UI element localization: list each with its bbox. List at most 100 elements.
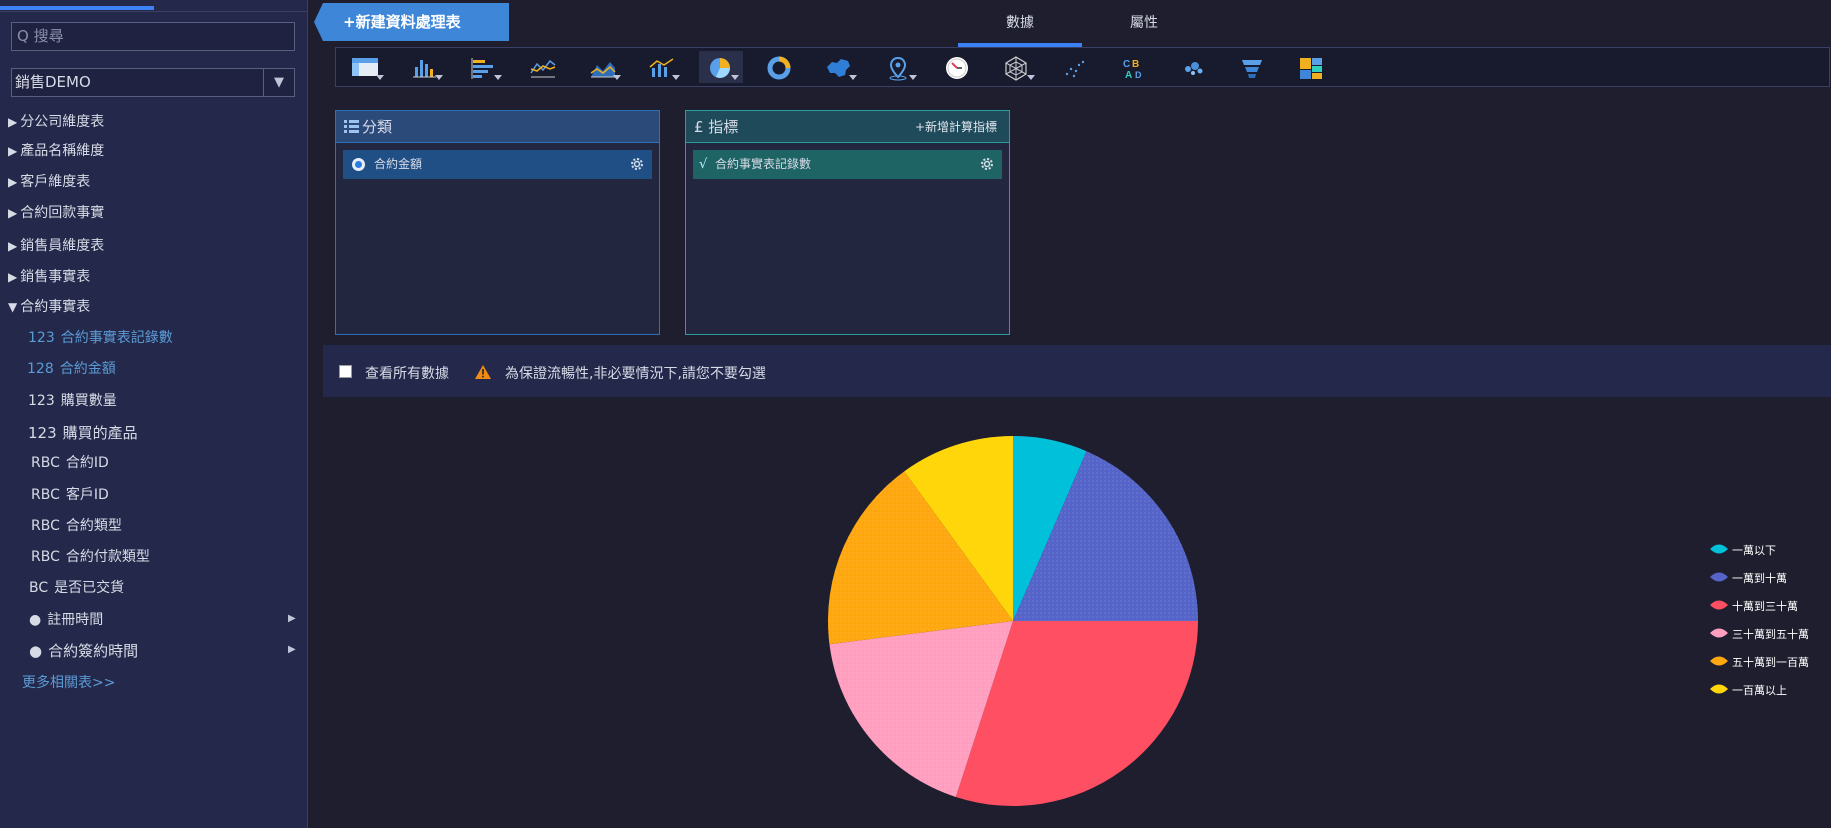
field-item[interactable]: 123 購買的產品 — [28, 422, 138, 443]
svg-text:C: C — [1123, 59, 1130, 70]
dropdown-caret-icon[interactable] — [494, 75, 502, 80]
field-item[interactable]: RBC 合約ID — [31, 452, 109, 472]
gauge-icon — [946, 57, 968, 79]
chart-type-button[interactable] — [995, 51, 1039, 83]
chart-type-button[interactable] — [1290, 51, 1334, 83]
field-label: 客戶ID — [65, 487, 109, 503]
more-tables-link[interactable]: 更多相關表>> — [22, 672, 115, 692]
table-node[interactable]: ▶ 銷售事實表 — [8, 266, 90, 286]
field-item[interactable]: RBC 客戶ID — [31, 484, 109, 504]
chart-type-button[interactable] — [462, 51, 506, 83]
table-node[interactable]: ▶ 產品名稱維度 — [8, 140, 104, 160]
table-node[interactable]: ▼ 合約事實表 — [8, 296, 90, 316]
warning-text: 為保證流暢性,非必要情況下,請您不要勾選 — [505, 366, 766, 382]
legend-label: 一百萬以上 — [1732, 684, 1787, 697]
field-type-badge: 128 — [27, 361, 54, 377]
dropdown-caret-icon[interactable] — [909, 75, 917, 80]
table-node[interactable]: ▶ 銷售員維度表 — [8, 235, 104, 255]
field-item[interactable]: 123 合約事實表記錄數 — [28, 327, 173, 347]
expand-arrow-icon[interactable]: ▶ — [288, 644, 296, 655]
table-node[interactable]: ▶ 分公司維度表 — [8, 111, 104, 131]
field-item[interactable]: ● 註冊時間 — [29, 609, 103, 629]
new-data-table-button[interactable]: +新建資料處理表 — [314, 3, 509, 41]
metric-field-chip[interactable]: √ 合約事實表記錄數 — [693, 150, 1002, 179]
chart-type-button[interactable] — [403, 51, 447, 83]
dropdown-caret-icon[interactable] — [613, 75, 621, 80]
metric-panel-title: £ 指標 — [694, 118, 739, 136]
chart-type-button[interactable] — [936, 51, 980, 83]
field-item[interactable]: ● 合約簽約時間 — [29, 640, 138, 661]
chart-type-button[interactable] — [581, 51, 625, 83]
datasource-value: 銷售DEMO — [15, 73, 91, 91]
bubble-icon — [1185, 62, 1203, 75]
warning-icon — [475, 365, 491, 379]
metric-field-label: 合約事實表記錄數 — [715, 157, 812, 171]
view-all-label: 查看所有數據 — [365, 366, 449, 382]
pie-chart-icon — [710, 58, 730, 78]
gear-icon[interactable] — [979, 156, 995, 172]
field-item[interactable]: 123 購買數量 — [28, 390, 117, 410]
chart-type-button[interactable] — [1054, 51, 1098, 83]
word-cloud-icon: C BA D — [1123, 59, 1142, 81]
field-type-badge: 123 — [28, 424, 57, 442]
chart-type-button[interactable] — [1172, 51, 1216, 83]
chart-type-button[interactable] — [877, 51, 921, 83]
triangle-right-icon[interactable]: ▶ — [8, 206, 17, 220]
chart-type-button[interactable] — [521, 51, 565, 83]
chart-type-button[interactable]: CBAD — [1113, 51, 1157, 83]
chart-area — [323, 397, 1831, 828]
search-input[interactable]: Q 搜尋 — [11, 22, 295, 51]
chart-type-button[interactable] — [758, 51, 802, 83]
line-chart-icon — [530, 59, 556, 78]
dropdown-caret-icon[interactable] — [849, 75, 857, 80]
chevron-down-icon[interactable]: ▼ — [263, 69, 294, 96]
table-node-label: 合約事實表 — [20, 299, 91, 315]
field-label: 合約事實表記錄數 — [60, 330, 173, 346]
view-all-checkbox[interactable] — [339, 365, 352, 378]
category-panel-title: 分類 — [362, 118, 393, 136]
dropdown-caret-icon[interactable] — [731, 75, 739, 80]
chart-type-button[interactable] — [817, 51, 861, 83]
field-label: 合約簽約時間 — [48, 642, 139, 660]
expand-arrow-icon[interactable]: ▶ — [288, 613, 296, 624]
field-label: 合約類型 — [65, 518, 122, 534]
sidebar-tab-indicator[interactable] — [0, 6, 154, 10]
horizontal-bar-icon — [471, 58, 493, 79]
dropdown-caret-icon[interactable] — [1027, 75, 1035, 80]
tab-data[interactable]: 數據 — [958, 12, 1082, 32]
dropdown-caret-icon[interactable] — [672, 75, 680, 80]
field-label: 合約金額 — [59, 361, 116, 377]
dropdown-caret-icon[interactable] — [435, 75, 443, 80]
add-calculated-metric-button[interactable]: +新增計算指標 — [915, 111, 997, 143]
datasource-select[interactable]: 銷售DEMO ▼ — [11, 68, 295, 97]
field-item[interactable]: 128 合約金額 — [27, 358, 116, 378]
field-type-badge: RBC — [31, 455, 60, 471]
table-node[interactable]: ▶ 客戶維度表 — [8, 171, 90, 191]
field-item[interactable]: RBC 合約付款類型 — [31, 546, 150, 566]
field-type-badge: ● — [29, 612, 42, 628]
table-node-label: 分公司維度表 — [20, 114, 105, 130]
legend-label: 一萬到十萬 — [1732, 572, 1787, 585]
field-item[interactable]: BC 是否已交貨 — [29, 577, 124, 597]
chart-type-button[interactable] — [1231, 51, 1275, 83]
table-node[interactable]: ▶ 合約回款事實 — [8, 202, 104, 222]
gear-icon[interactable] — [629, 156, 645, 172]
chart-type-toolbar: CBAD — [335, 47, 1830, 87]
triangle-right-icon[interactable]: ▶ — [8, 270, 17, 284]
area-chart-icon — [590, 62, 616, 78]
view-all-row: 查看所有數據 為保證流暢性,非必要情況下,請您不要勾選 — [323, 345, 1831, 397]
field-item[interactable]: RBC 合約類型 — [31, 515, 122, 535]
category-field-chip[interactable]: 合約金額 — [343, 150, 652, 179]
chart-type-button[interactable] — [640, 51, 684, 83]
scatter-icon — [1065, 60, 1085, 78]
chart-type-button[interactable] — [344, 51, 388, 83]
triangle-right-icon[interactable]: ▶ — [8, 115, 17, 129]
tab-properties[interactable]: 屬性 — [1082, 12, 1206, 32]
dropdown-caret-icon[interactable] — [376, 75, 384, 80]
triangle-right-icon[interactable]: ▶ — [8, 239, 17, 253]
chart-type-button[interactable] — [699, 51, 743, 83]
legend-swatch-icon — [1710, 628, 1728, 638]
triangle-down-icon[interactable]: ▼ — [8, 300, 17, 314]
triangle-right-icon[interactable]: ▶ — [8, 144, 17, 158]
triangle-right-icon[interactable]: ▶ — [8, 175, 17, 189]
